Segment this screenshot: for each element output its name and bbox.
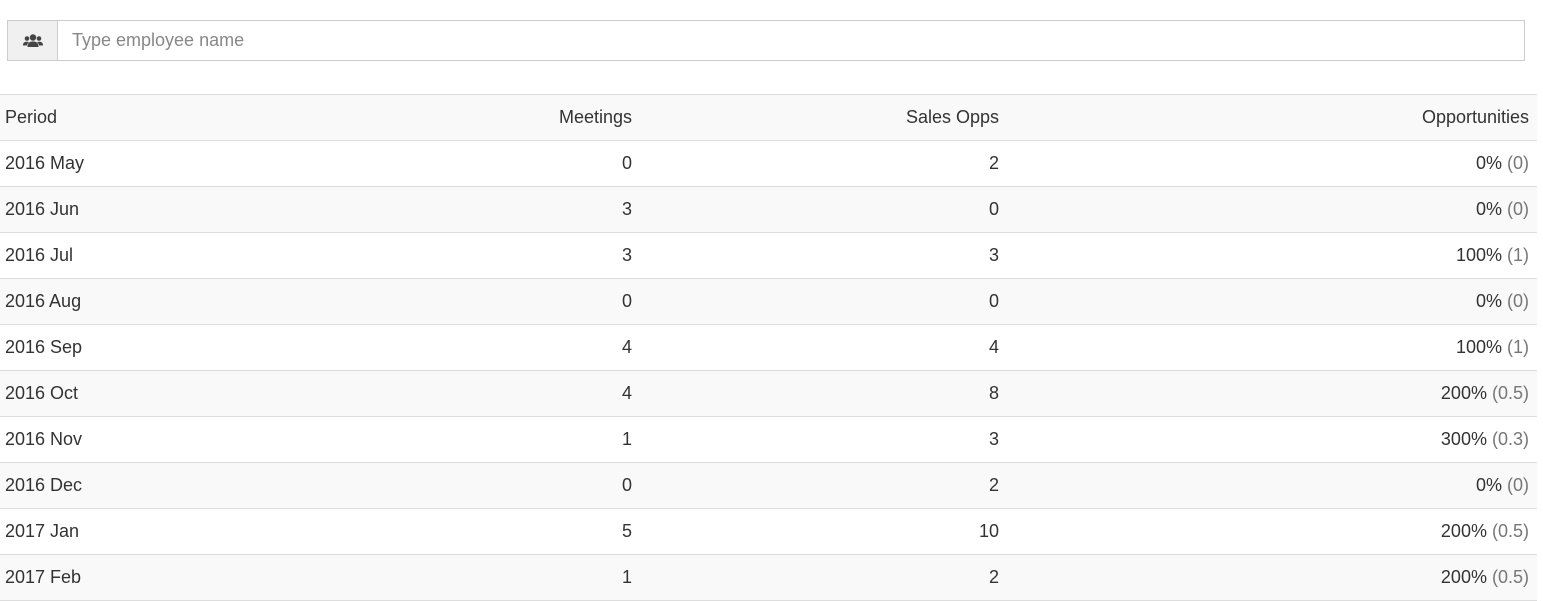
table-row: 2016 Sep 4 4 100% (1) — [0, 324, 1537, 371]
cell-opportunities: 300% (0.3) — [1007, 416, 1537, 463]
stats-table: Period Meetings Sales Opps Opportunities… — [0, 94, 1537, 601]
employee-search-input[interactable] — [58, 21, 1524, 60]
employee-search-group — [7, 20, 1525, 61]
cell-sales-opps: 0 — [640, 186, 1007, 233]
opportunity-percent: 0% — [1475, 199, 1502, 219]
cell-meetings: 5 — [400, 508, 640, 555]
opportunity-ratio: (0.5) — [1491, 521, 1529, 541]
opportunity-ratio: (1) — [1507, 337, 1529, 357]
opportunity-percent: 300% — [1440, 429, 1487, 449]
opportunity-ratio: (0.3) — [1491, 429, 1529, 449]
opportunity-percent: 200% — [1440, 521, 1487, 541]
cell-period: 2016 Jun — [0, 186, 400, 233]
opportunity-ratio: (0.5) — [1491, 383, 1529, 403]
cell-sales-opps: 2 — [640, 140, 1007, 187]
cell-period: 2016 Nov — [0, 416, 400, 463]
cell-sales-opps: 8 — [640, 370, 1007, 417]
opportunity-percent: 200% — [1440, 383, 1487, 403]
cell-opportunities: 200% (0.5) — [1007, 370, 1537, 417]
table-row: 2016 May 0 2 0% (0) — [0, 140, 1537, 187]
cell-period: 2017 Feb — [0, 554, 400, 601]
cell-period: 2016 Dec — [0, 462, 400, 509]
cell-period: 2016 Jul — [0, 232, 400, 279]
opportunity-ratio: (0.5) — [1491, 567, 1529, 587]
cell-sales-opps: 3 — [640, 232, 1007, 279]
cell-sales-opps: 2 — [640, 554, 1007, 601]
cell-period: 2016 May — [0, 140, 400, 187]
cell-opportunities: 0% (0) — [1007, 140, 1537, 187]
table-row: 2016 Jul 3 3 100% (1) — [0, 232, 1537, 279]
opportunity-percent: 0% — [1475, 475, 1502, 495]
table-row: 2016 Nov 1 3 300% (0.3) — [0, 416, 1537, 463]
cell-meetings: 3 — [400, 186, 640, 233]
opportunity-ratio: (0) — [1507, 475, 1529, 495]
header-period[interactable]: Period — [0, 94, 400, 141]
opportunity-percent: 200% — [1440, 567, 1487, 587]
cell-meetings: 3 — [400, 232, 640, 279]
table-body: 2016 May 0 2 0% (0) 2016 Jun 3 0 0% (0) 2016 Jul… — [0, 140, 1537, 601]
opportunity-ratio: (0) — [1507, 199, 1529, 219]
cell-opportunities: 100% (1) — [1007, 232, 1537, 279]
table-row: 2016 Jun 3 0 0% (0) — [0, 186, 1537, 233]
cell-opportunities: 200% (0.5) — [1007, 508, 1537, 555]
header-sales-opps[interactable]: Sales Opps — [640, 94, 1007, 141]
cell-meetings: 4 — [400, 370, 640, 417]
cell-meetings: 0 — [400, 462, 640, 509]
cell-sales-opps: 3 — [640, 416, 1007, 463]
cell-sales-opps: 10 — [640, 508, 1007, 555]
cell-meetings: 0 — [400, 278, 640, 325]
users-icon — [8, 21, 58, 60]
cell-opportunities: 200% (0.5) — [1007, 554, 1537, 601]
header-opportunities[interactable]: Opportunities — [1007, 94, 1537, 141]
cell-opportunities: 0% (0) — [1007, 278, 1537, 325]
cell-meetings: 1 — [400, 416, 640, 463]
cell-opportunities: 0% (0) — [1007, 186, 1537, 233]
opportunity-ratio: (0) — [1507, 291, 1529, 311]
table-row: 2017 Jan 5 10 200% (0.5) — [0, 508, 1537, 555]
cell-sales-opps: 0 — [640, 278, 1007, 325]
cell-sales-opps: 2 — [640, 462, 1007, 509]
opportunity-percent: 100% — [1455, 245, 1502, 265]
cell-opportunities: 100% (1) — [1007, 324, 1537, 371]
table-header-row: Period Meetings Sales Opps Opportunities — [0, 94, 1537, 141]
table-row: 2017 Feb 1 2 200% (0.5) — [0, 554, 1537, 601]
cell-opportunities: 0% (0) — [1007, 462, 1537, 509]
cell-period: 2016 Oct — [0, 370, 400, 417]
opportunity-percent: 0% — [1475, 291, 1502, 311]
table-row: 2016 Dec 0 2 0% (0) — [0, 462, 1537, 509]
cell-period: 2017 Jan — [0, 508, 400, 555]
cell-meetings: 0 — [400, 140, 640, 187]
opportunity-ratio: (1) — [1507, 245, 1529, 265]
opportunity-percent: 100% — [1455, 337, 1502, 357]
cell-period: 2016 Sep — [0, 324, 400, 371]
cell-meetings: 1 — [400, 554, 640, 601]
opportunity-ratio: (0) — [1507, 153, 1529, 173]
header-meetings[interactable]: Meetings — [400, 94, 640, 141]
cell-sales-opps: 4 — [640, 324, 1007, 371]
opportunity-percent: 0% — [1475, 153, 1502, 173]
table-row: 2016 Aug 0 0 0% (0) — [0, 278, 1537, 325]
table-row: 2016 Oct 4 8 200% (0.5) — [0, 370, 1537, 417]
cell-meetings: 4 — [400, 324, 640, 371]
cell-period: 2016 Aug — [0, 278, 400, 325]
